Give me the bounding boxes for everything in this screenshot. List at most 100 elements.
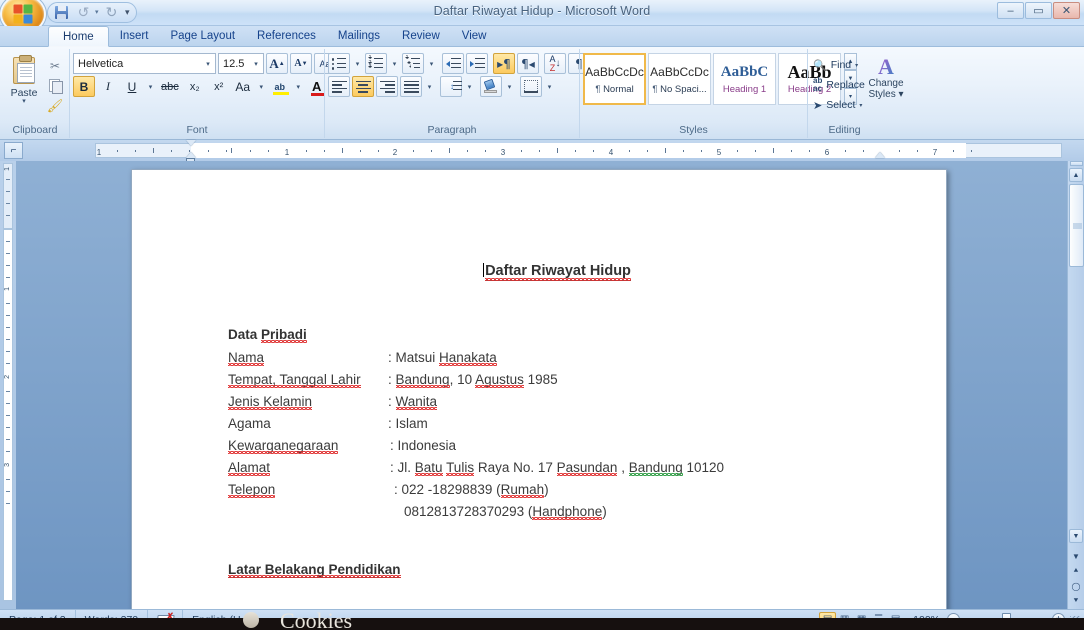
justify-button[interactable] <box>400 76 422 97</box>
tab-insert[interactable]: Insert <box>109 26 160 46</box>
style-normal[interactable]: AaBbCcDc ¶ Normal <box>583 53 646 105</box>
underline-button[interactable]: U <box>121 76 143 97</box>
grow-font-button[interactable]: A ▲ <box>266 53 288 74</box>
close-button[interactable]: ✕ <box>1053 2 1080 19</box>
field-value-telepon: : 022 -18298839 (Rumah) <box>394 482 549 497</box>
subscript-button[interactable]: x₂ <box>184 76 206 97</box>
tab-page-layout[interactable]: Page Layout <box>159 26 246 46</box>
save-button[interactable] <box>51 4 72 21</box>
document-text-body[interactable]: Daftar Riwayat Hidup Data Pribadi Nama :… <box>228 260 886 582</box>
redo-button[interactable]: ↻ <box>101 4 122 21</box>
ltr-text-direction-button[interactable]: ▸¶ <box>493 53 515 74</box>
customize-qat-button[interactable]: ▾ <box>123 7 132 18</box>
line-spacing-chevron-down-icon[interactable]: ▾ <box>464 83 475 91</box>
vertical-scrollbar[interactable]: ▲ ▼ ⯅ ◯ ⯆ ▼ <box>1067 161 1084 609</box>
quick-access-toolbar: ↺ ▾ ↻ ▾ <box>47 2 137 23</box>
underline-chevron-down-icon[interactable]: ▾ <box>145 83 156 91</box>
italic-button[interactable]: I <box>97 76 119 97</box>
tab-stop-selector-button[interactable]: ⌐ <box>4 142 23 159</box>
copy-button[interactable] <box>44 76 66 95</box>
tab-review[interactable]: Review <box>391 26 451 46</box>
line-spacing-button[interactable]: ↕ <box>440 76 462 97</box>
change-case-chevron-down-icon[interactable]: ▾ <box>256 83 267 91</box>
bullets-chevron-down-icon[interactable]: ▾ <box>352 60 363 68</box>
vruler-mark-3: 3 <box>4 463 11 467</box>
shrink-font-button[interactable]: A ▼ <box>290 53 312 74</box>
background-app-icon <box>243 612 259 628</box>
tab-home[interactable]: Home <box>48 26 109 47</box>
next-object-button[interactable]: ⯆ <box>1069 594 1083 608</box>
undo-dropdown-arrow-icon[interactable]: ▾ <box>95 9 100 16</box>
select-browse-object-button[interactable]: ◯ <box>1069 579 1083 593</box>
first-line-indent-marker[interactable] <box>186 140 196 146</box>
superscript-button[interactable]: x² <box>208 76 230 97</box>
document-page[interactable]: Daftar Riwayat Hidup Data Pribadi Nama :… <box>131 169 947 609</box>
desktop-background-strip <box>0 618 1084 630</box>
select-button[interactable]: ➤ Select ▾ <box>811 95 862 115</box>
select-chevron-down-icon[interactable]: ▾ <box>859 102 862 109</box>
numbering-chevron-down-icon[interactable]: ▾ <box>389 60 400 68</box>
style-heading-1-preview: AaBbC <box>720 63 769 80</box>
increase-indent-button[interactable] <box>466 53 488 74</box>
strikethrough-button[interactable]: abc <box>158 76 182 97</box>
text-caret <box>483 263 485 277</box>
paste-dropdown-arrow-icon[interactable]: ▾ <box>22 98 26 105</box>
cut-button[interactable]: ✂ <box>44 56 66 75</box>
replace-button[interactable]: ab ac Replace <box>811 75 865 95</box>
maximize-button[interactable]: ▭ <box>1025 2 1052 19</box>
font-size-chevron-down-icon[interactable]: ▾ <box>249 60 263 68</box>
previous-object-button[interactable]: ⯅ <box>1069 564 1083 578</box>
bold-button[interactable]: B <box>73 76 95 97</box>
align-right-button[interactable] <box>376 76 398 97</box>
next-page-button[interactable]: ▼ <box>1069 549 1083 563</box>
decrease-indent-button[interactable] <box>442 53 464 74</box>
vruler-mark-2: 2 <box>4 375 11 379</box>
right-indent-marker[interactable] <box>875 152 885 158</box>
scroll-up-button[interactable]: ▲ <box>1069 168 1083 182</box>
style-heading-1[interactable]: AaBbC Heading 1 <box>713 53 776 105</box>
tab-mailings[interactable]: Mailings <box>327 26 391 46</box>
multilevel-list-button[interactable]: 1ai <box>402 53 424 74</box>
style-heading-1-name: Heading 1 <box>722 83 767 95</box>
window-title: Daftar Riwayat Hidup - Microsoft Word <box>433 4 651 18</box>
paste-button[interactable]: Paste ▾ <box>4 53 44 105</box>
shading-chevron-down-icon[interactable]: ▾ <box>504 83 515 91</box>
bullets-button[interactable] <box>328 53 350 74</box>
font-name-combo[interactable]: Helvetica ▾ <box>73 53 216 74</box>
tab-references[interactable]: References <box>246 26 327 46</box>
font-size-combo[interactable]: 12.5 ▾ <box>218 53 264 74</box>
font-name-chevron-down-icon[interactable]: ▾ <box>201 60 215 68</box>
align-left-button[interactable] <box>328 76 350 97</box>
word-application-window: ↺ ▾ ↻ ▾ Daftar Riwayat Hidup - Microsoft… <box>0 0 1084 630</box>
format-painter-button[interactable]: 🖌 <box>44 96 66 115</box>
style-no-spacing-name: No Spaci... <box>660 83 707 95</box>
change-case-button[interactable]: Aa <box>232 76 254 97</box>
scrollbar-thumb[interactable] <box>1069 184 1084 267</box>
sort-button[interactable]: A Z ↓ <box>544 53 566 74</box>
field-row-alamat: Alamat : Jl. Batu Tulis Raya No. 17 Pasu… <box>228 457 886 479</box>
tab-view[interactable]: View <box>451 26 498 46</box>
undo-button[interactable]: ↺ <box>73 4 94 21</box>
justify-chevron-down-icon[interactable]: ▾ <box>424 83 435 91</box>
shading-icon <box>483 78 498 93</box>
vertical-ruler[interactable]: 1 1 2 3 <box>0 161 16 609</box>
highlight-chevron-down-icon[interactable]: ▾ <box>293 83 304 91</box>
field-value-tempat-tanggal-lahir: : Bandung, 10 Agustus 1985 <box>388 372 558 387</box>
style-no-spacing[interactable]: AaBbCcDc ¶ No Spaci... <box>648 53 711 105</box>
borders-chevron-down-icon[interactable]: ▾ <box>544 83 555 91</box>
find-button[interactable]: 🔍 Find ▾ <box>811 55 858 75</box>
text-highlight-button[interactable]: ab <box>269 76 291 97</box>
find-chevron-down-icon[interactable]: ▾ <box>855 62 858 69</box>
borders-button[interactable] <box>520 76 542 97</box>
scroll-down-button[interactable]: ▼ <box>1069 529 1083 543</box>
align-center-button[interactable] <box>352 76 374 97</box>
rtl-text-direction-button[interactable]: ¶◂ <box>517 53 539 74</box>
minimize-button[interactable]: – <box>997 2 1024 19</box>
multilevel-chevron-down-icon[interactable]: ▾ <box>426 60 437 68</box>
page-canvas[interactable]: Daftar Riwayat Hidup Data Pribadi Nama :… <box>16 161 1067 609</box>
shading-button[interactable] <box>480 76 502 97</box>
horizontal-ruler[interactable]: 1 1 2 3 4 5 6 7 <box>95 140 1062 163</box>
style-normal-name: Normal <box>603 83 634 95</box>
split-window-handle[interactable] <box>1070 161 1083 166</box>
numbering-button[interactable]: 123 <box>365 53 387 74</box>
